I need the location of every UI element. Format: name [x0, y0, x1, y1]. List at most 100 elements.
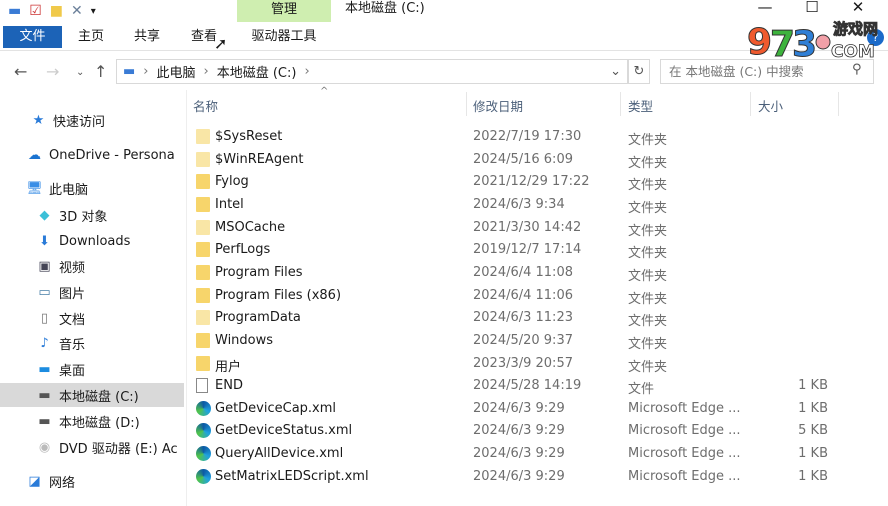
drive-icon[interactable]: ▬: [8, 3, 21, 19]
breadcrumb-this-pc[interactable]: 此电脑: [157, 62, 196, 81]
folder-icon: [196, 196, 210, 216]
file-type: 文件夹: [628, 336, 668, 352]
sidebar-item[interactable]: ▬ 本地磁盘 (C:): [0, 383, 184, 407]
file-date: 2022/7/19 17:30: [473, 129, 582, 144]
file-row[interactable]: SetMatrixLEDScript.xml 2024/6/3 9:29 Mic…: [190, 466, 840, 488]
properties-icon[interactable]: ☑: [29, 3, 42, 19]
sidebar-item[interactable]: ▭ 图片: [0, 280, 184, 304]
sidebar-item[interactable]: ◪ 网络: [0, 469, 184, 493]
file-row[interactable]: Intel 2024/6/3 9:34 文件夹: [190, 194, 840, 216]
file-type: Microsoft Edge ...: [628, 446, 741, 462]
file-row[interactable]: END 2024/5/28 14:19 文件 1 KB: [190, 375, 840, 397]
file-name: GetDeviceCap.xml: [215, 400, 337, 416]
tab-drive-tools[interactable]: 驱动器工具: [237, 26, 331, 48]
file-row[interactable]: GetDeviceStatus.xml 2024/6/3 9:29 Micros…: [190, 420, 840, 442]
file-date: 2024/6/3 11:23: [473, 310, 573, 326]
file-row[interactable]: QueryAllDevice.xml 2024/6/3 9:29 Microso…: [190, 443, 840, 465]
back-icon[interactable]: ←: [14, 62, 27, 81]
column-divider[interactable]: [466, 92, 467, 116]
file-row[interactable]: $WinREAgent 2024/5/16 6:09 文件夹: [190, 149, 840, 171]
sidebar-item-label: 快速访问: [53, 114, 106, 130]
file-name: MSOCache: [215, 219, 286, 235]
sidebar-item[interactable]: ▣ 视频: [0, 254, 184, 278]
up-icon[interactable]: ↑: [94, 62, 107, 81]
file-name: Program Files: [215, 264, 303, 280]
sidebar-item[interactable]: ⬇ Downloads: [0, 229, 184, 253]
file-row[interactable]: GetDeviceCap.xml 2024/6/3 9:29 Microsoft…: [190, 398, 840, 420]
refresh-button[interactable]: ↻: [628, 59, 650, 84]
file-type: Microsoft Edge ...: [628, 423, 741, 439]
customize-dropdown-icon[interactable]: ▾: [91, 6, 96, 17]
pane-splitter[interactable]: [186, 90, 187, 506]
file-size: 1 KB: [798, 378, 828, 394]
file-row[interactable]: PerfLogs 2019/12/7 17:14 文件夹: [190, 239, 840, 261]
file-type: 文件夹: [628, 223, 668, 239]
file-row[interactable]: MSOCache 2021/3/30 14:42 文件夹: [190, 217, 840, 239]
sidebar-item[interactable]: ◉ DVD 驱动器 (E:) Ac: [0, 435, 184, 459]
column-divider[interactable]: [838, 92, 839, 116]
file-row[interactable]: Program Files (x86) 2024/6/4 11:06 文件夹: [190, 285, 840, 307]
sidebar-item-label: 文档: [59, 312, 86, 328]
edge-file-icon: [196, 446, 211, 465]
picture-icon: ▭: [38, 284, 51, 300]
new-folder-icon[interactable]: ■: [50, 3, 63, 19]
file-row[interactable]: Program Files 2024/6/4 11:08 文件夹: [190, 262, 840, 284]
file-date: 2024/6/3 9:29: [473, 446, 565, 462]
file-type: Microsoft Edge ...: [628, 468, 741, 484]
chevron-right-icon[interactable]: ›: [204, 64, 209, 79]
column-header-date[interactable]: 修改日期: [473, 96, 523, 114]
column-header-type[interactable]: 类型: [628, 96, 653, 114]
sidebar-item[interactable]: ▬ 桌面: [0, 357, 184, 381]
sidebar-item[interactable]: ☁ OneDrive - Persona: [0, 143, 184, 167]
document-icon: ▯: [40, 310, 49, 326]
file-row[interactable]: $SysReset 2022/7/19 17:30 文件夹: [190, 126, 840, 148]
sidebar-item-label: 音乐: [59, 337, 86, 353]
folder-icon: [196, 264, 210, 284]
file-row[interactable]: Windows 2024/5/20 9:37 文件夹: [190, 330, 840, 352]
address-bar[interactable]: ▬ › 此电脑 › 本地磁盘 (C:) › ⌄: [116, 59, 628, 84]
tab-share[interactable]: 共享: [122, 26, 172, 48]
sidebar-item-label: 本地磁盘 (D:): [59, 415, 140, 431]
file-name: PerfLogs: [215, 242, 271, 258]
delete-icon[interactable]: ✕: [71, 3, 83, 19]
sidebar-item-label: DVD 驱动器 (E:) Ac: [59, 441, 178, 457]
file-row[interactable]: Fylog 2021/12/29 17:22 文件夹: [190, 171, 840, 193]
sidebar-item[interactable]: 🖥 此电脑: [0, 176, 184, 200]
folder-icon: [196, 355, 210, 375]
chevron-right-icon[interactable]: ›: [143, 64, 148, 79]
column-divider[interactable]: [620, 92, 621, 116]
network-icon: ◪: [28, 473, 41, 489]
sidebar-item[interactable]: ▯ 文档: [0, 306, 184, 330]
sidebar-item[interactable]: ◆ 3D 对象: [0, 203, 184, 227]
file-row[interactable]: ProgramData 2024/6/3 11:23 文件夹: [190, 307, 840, 329]
address-dropdown-icon[interactable]: ⌄: [610, 64, 621, 79]
column-divider[interactable]: [750, 92, 751, 116]
star-icon: ★: [32, 112, 45, 128]
sidebar-item[interactable]: ♪ 音乐: [0, 331, 184, 355]
column-header-size[interactable]: 大小: [758, 96, 783, 114]
edge-file-icon: [196, 400, 211, 420]
recent-locations-icon[interactable]: ⌄: [76, 67, 84, 78]
desktop-icon: ▬: [38, 361, 51, 377]
sidebar-item[interactable]: ★ 快速访问: [0, 108, 184, 132]
file-type: 文件夹: [628, 200, 668, 216]
sidebar-item[interactable]: ▬ 本地磁盘 (D:): [0, 409, 184, 433]
sort-ascending-icon: ^: [320, 86, 329, 97]
forward-icon[interactable]: →: [46, 62, 59, 81]
file-row[interactable]: 用户 2023/3/9 20:57 文件夹: [190, 353, 840, 375]
drive-icon: ▬: [123, 64, 136, 79]
music-icon: ♪: [40, 335, 49, 351]
tab-file[interactable]: 文件: [3, 26, 62, 48]
file-name: Intel: [215, 196, 244, 212]
column-header-name[interactable]: 名称: [193, 96, 218, 114]
file-name: $WinREAgent: [215, 151, 304, 167]
breadcrumb-local-disk-c[interactable]: 本地磁盘 (C:): [217, 62, 297, 81]
file-type: 文件: [628, 382, 655, 398]
manage-contextual-tab[interactable]: 管理: [237, 0, 331, 22]
chevron-right-icon[interactable]: ›: [304, 64, 309, 79]
search-icon[interactable]: ⚲: [852, 62, 862, 77]
tab-home[interactable]: 主页: [66, 26, 116, 48]
folder-icon: [196, 332, 210, 352]
sidebar-item-label: 桌面: [59, 363, 86, 379]
svg-text:3: 3: [792, 24, 817, 64]
